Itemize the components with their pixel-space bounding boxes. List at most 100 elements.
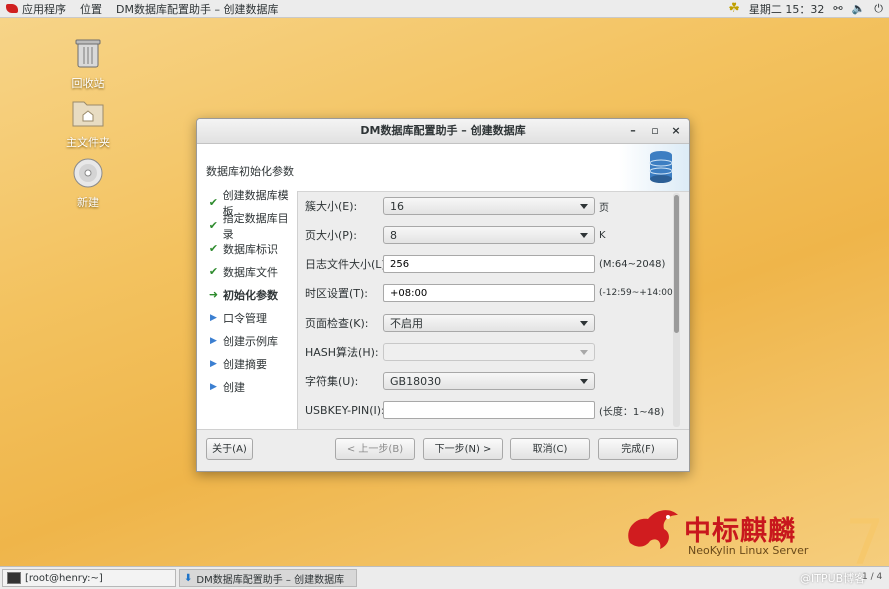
watermark: @ITPUB博客 — [800, 572, 866, 585]
close-button[interactable]: × — [667, 119, 685, 143]
desktop-icon-trash[interactable]: 回收站 — [53, 37, 123, 91]
extent-size-row: 簇大小(E): 16 页 — [298, 196, 670, 216]
wizard-steps: ✔ 创建数据库模板 ✔ 指定数据库目录 ✔ 数据库标识 ✔ 数据库文件 ➜ 初始化参数 ▶… — [197, 189, 298, 429]
places-menu-label: 位置 — [80, 2, 102, 16]
neokylin-branding: 中标麒麟 NeoKylin Linux Server — [622, 503, 822, 558]
form-scrollbar[interactable] — [673, 193, 680, 427]
usbkey-pin-row: USBKEY-PIN(I): (长度：1~48) — [298, 400, 670, 420]
log-file-size-range: (M:64~2048) — [599, 258, 666, 270]
volume-icon[interactable]: 🔈 — [852, 2, 866, 15]
chevron-down-icon — [580, 321, 588, 326]
charset-value: GB18030 — [390, 375, 442, 388]
check-icon: ✔ — [208, 196, 218, 209]
step-summary: ▶ 创建摘要 — [197, 352, 297, 375]
network-icon[interactable]: ⚯ — [833, 2, 842, 15]
taskbar-item-label: DM数据库配置助手 – 创建数据库 — [196, 574, 345, 586]
page-size-select[interactable]: 8 — [383, 226, 595, 244]
step-label: 初始化参数 — [223, 288, 278, 302]
usbkey-pin-label: USBKEY-PIN(I): — [305, 403, 385, 417]
step-label: 创建示例库 — [223, 334, 278, 348]
next-button[interactable]: 下一步(N) > — [423, 438, 503, 460]
usbkey-pin-input[interactable] — [383, 401, 595, 419]
check-icon: ✔ — [208, 219, 218, 232]
charset-label: 字符集(U): — [305, 375, 359, 388]
disc-icon — [53, 158, 123, 191]
desktop-icon-label: 主文件夹 — [66, 136, 110, 149]
step-db-directory: ✔ 指定数据库目录 — [197, 212, 297, 241]
check-icon: ✔ — [208, 265, 219, 278]
triangle-right-icon: ▶ — [210, 335, 217, 346]
cancel-button[interactable]: 取消(C) — [510, 438, 590, 460]
time-zone-input[interactable] — [383, 284, 595, 302]
extent-size-value: 16 — [390, 200, 404, 213]
step-label: 创建摘要 — [223, 357, 267, 371]
places-menu[interactable]: 位置 — [80, 1, 102, 17]
page-check-value: 不启用 — [390, 317, 423, 330]
page-check-label: 页面检查(K): — [305, 317, 369, 330]
minimize-button[interactable]: – — [624, 119, 642, 143]
power-icon[interactable]: ⏻ — [874, 2, 883, 16]
top-panel: 应用程序 位置 DM数据库配置助手 – 创建数据库 ☘ 星期二 15：32 ⚯ … — [0, 0, 889, 18]
check-icon: ✔ — [208, 242, 219, 255]
log-file-size-input[interactable] — [383, 255, 595, 273]
trash-icon — [53, 37, 123, 72]
step-db-files: ✔ 数据库文件 — [197, 260, 297, 283]
kylin-logo-icon — [628, 510, 678, 549]
extent-size-label: 簇大小(E): — [305, 200, 358, 213]
desktop-icon-home[interactable]: 主文件夹 — [53, 98, 123, 150]
page-check-select[interactable]: 不启用 — [383, 314, 595, 332]
charset-select[interactable]: GB18030 — [383, 372, 595, 390]
usbkey-pin-length: (长度：1~48) — [599, 406, 665, 418]
desktop-icon-disc[interactable]: 新建 — [53, 158, 123, 210]
time-zone-range: (-12:59~+14:00) — [599, 288, 677, 298]
maximize-button[interactable]: ▫ — [646, 119, 664, 143]
step-password: ▶ 口令管理 — [197, 306, 297, 329]
finish-button[interactable]: 完成(F) — [598, 438, 678, 460]
page-header: 数据库初始化参数 — [197, 144, 689, 192]
step-label: 创建 — [223, 380, 245, 394]
page-size-value: 8 — [390, 229, 397, 242]
step-sample-db: ▶ 创建示例库 — [197, 329, 297, 352]
page-size-row: 页大小(P): 8 K — [298, 225, 670, 245]
charset-row: 字符集(U): GB18030 — [298, 371, 670, 391]
triangle-right-icon: ▶ — [210, 312, 217, 323]
chevron-down-icon — [580, 204, 588, 209]
step-label: 口令管理 — [223, 311, 267, 325]
arrow-right-icon: ➜ — [208, 288, 219, 301]
page-size-unit: K — [599, 229, 606, 241]
desktop-icon-label: 新建 — [77, 196, 99, 209]
extent-size-select[interactable]: 16 — [383, 197, 595, 215]
hash-algo-select[interactable] — [383, 343, 595, 361]
brand-name-en: NeoKylin Linux Server — [688, 544, 809, 557]
step-label: 指定数据库目录 — [222, 211, 289, 241]
clock[interactable]: 星期二 15：32 — [749, 1, 825, 17]
applications-menu[interactable]: 应用程序 — [6, 1, 66, 17]
window-titlebar[interactable]: DM数据库配置助手 – 创建数据库 – ▫ × — [197, 119, 689, 144]
about-button[interactable]: 关于(A) — [206, 438, 253, 460]
taskbar-item-label: [root@henry:~] — [25, 572, 103, 584]
dm-config-window: DM数据库配置助手 – 创建数据库 – ▫ × 数据库初始化参数 ✔ 创建数据库模… — [196, 118, 690, 472]
extent-size-unit: 页 — [599, 202, 609, 214]
step-label: 数据库文件 — [223, 265, 278, 279]
active-window-menu[interactable]: DM数据库配置助手 – 创建数据库 — [116, 1, 278, 17]
prev-button[interactable]: < 上一步(B) — [335, 438, 415, 460]
scrollbar-thumb[interactable] — [674, 195, 679, 333]
window-title: DM数据库配置助手 – 创建数据库 — [360, 124, 526, 137]
desktop-icon-label: 回收站 — [71, 77, 105, 90]
triangle-right-icon: ▶ — [210, 381, 217, 392]
user-status-icon[interactable]: ☘ — [728, 1, 740, 16]
download-arrow-icon: ⬇ — [184, 572, 193, 584]
chevron-down-icon — [580, 233, 588, 238]
home-folder-icon — [53, 98, 123, 131]
taskbar-item-terminal[interactable]: [root@henry:~] — [2, 569, 176, 587]
step-create: ▶ 创建 — [197, 375, 297, 398]
brand-name-cn: 中标麒麟 — [684, 516, 796, 547]
button-bar: 关于(A) < 上一步(B) 下一步(N) > 取消(C) 完成(F) — [197, 429, 689, 471]
taskbar-item-dm-config[interactable]: ⬇ DM数据库配置助手 – 创建数据库 — [179, 569, 357, 587]
log-file-size-row: 日志文件大小(L): (M:64~2048) — [298, 254, 670, 274]
page-check-row: 页面检查(K): 不启用 — [298, 313, 670, 333]
log-file-size-label: 日志文件大小(L): — [305, 258, 390, 271]
init-params-form: 簇大小(E): 16 页 页大小(P): 8 K 日志文件大小(L): (M:6… — [298, 191, 676, 429]
page-size-label: 页大小(P): — [305, 229, 357, 242]
page-title: 数据库初始化参数 — [206, 165, 294, 178]
